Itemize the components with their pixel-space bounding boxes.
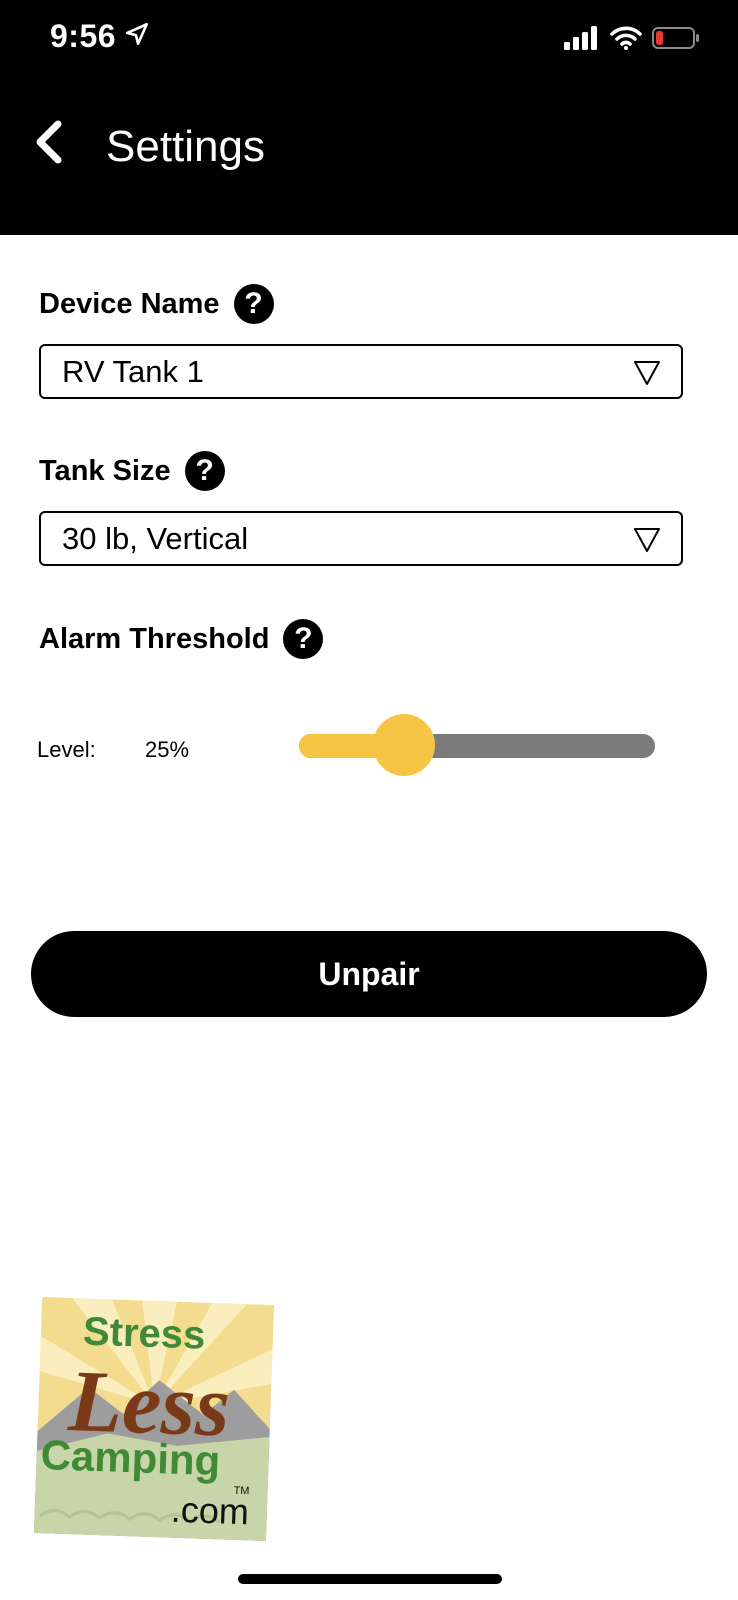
page-title: Settings	[106, 122, 265, 171]
slider-thumb[interactable]	[372, 714, 435, 776]
tank-size-label: Tank Size	[39, 454, 171, 487]
stress-less-camping-logo: Stress Less Camping .com TM	[28, 1295, 280, 1545]
device-name-help-icon[interactable]: ?	[233, 284, 274, 324]
status-time: 9:56	[50, 18, 150, 55]
level-value: 25%	[145, 737, 190, 762]
logo-text-tm: TM	[233, 1485, 249, 1498]
status-icons	[564, 26, 700, 55]
dropdown-triangle-icon	[634, 528, 660, 552]
back-button[interactable]	[30, 118, 80, 178]
device-name-value: RV Tank 1	[62, 353, 204, 389]
wifi-icon	[610, 26, 642, 55]
tank-size-select[interactable]: 30 lb, Vertical	[39, 511, 683, 566]
level-label: Level:	[37, 737, 96, 762]
tank-size-help-icon[interactable]: ?	[184, 451, 225, 491]
app-header: 9:56 Settings	[0, 0, 738, 235]
status-time-text: 9:56	[50, 18, 117, 54]
alarm-threshold-help-icon[interactable]: ?	[283, 619, 324, 659]
tank-size-value: 30 lb, Vertical	[62, 520, 249, 556]
device-name-label-row: Device Name ?	[39, 284, 274, 324]
chevron-left-icon	[36, 120, 62, 164]
battery-low-icon	[652, 26, 700, 55]
logo-text-stress: Stress	[82, 1309, 206, 1357]
alarm-level-row: Level: 25%	[37, 714, 717, 795]
device-name-label: Device Name	[39, 287, 220, 320]
alarm-threshold-label-row: Alarm Threshold ?	[39, 619, 324, 659]
home-indicator	[238, 1574, 502, 1584]
alarm-level-slider[interactable]	[299, 714, 655, 776]
dropdown-triangle-icon	[634, 361, 660, 385]
logo-text-camping: Camping	[40, 1431, 221, 1484]
tank-size-label-row: Tank Size ?	[39, 451, 225, 491]
cellular-signal-icon	[564, 26, 600, 55]
alarm-threshold-label: Alarm Threshold	[39, 622, 270, 655]
device-name-select[interactable]: RV Tank 1	[39, 344, 683, 399]
unpair-button[interactable]: Unpair	[31, 931, 707, 1017]
location-arrow-icon	[124, 18, 150, 55]
